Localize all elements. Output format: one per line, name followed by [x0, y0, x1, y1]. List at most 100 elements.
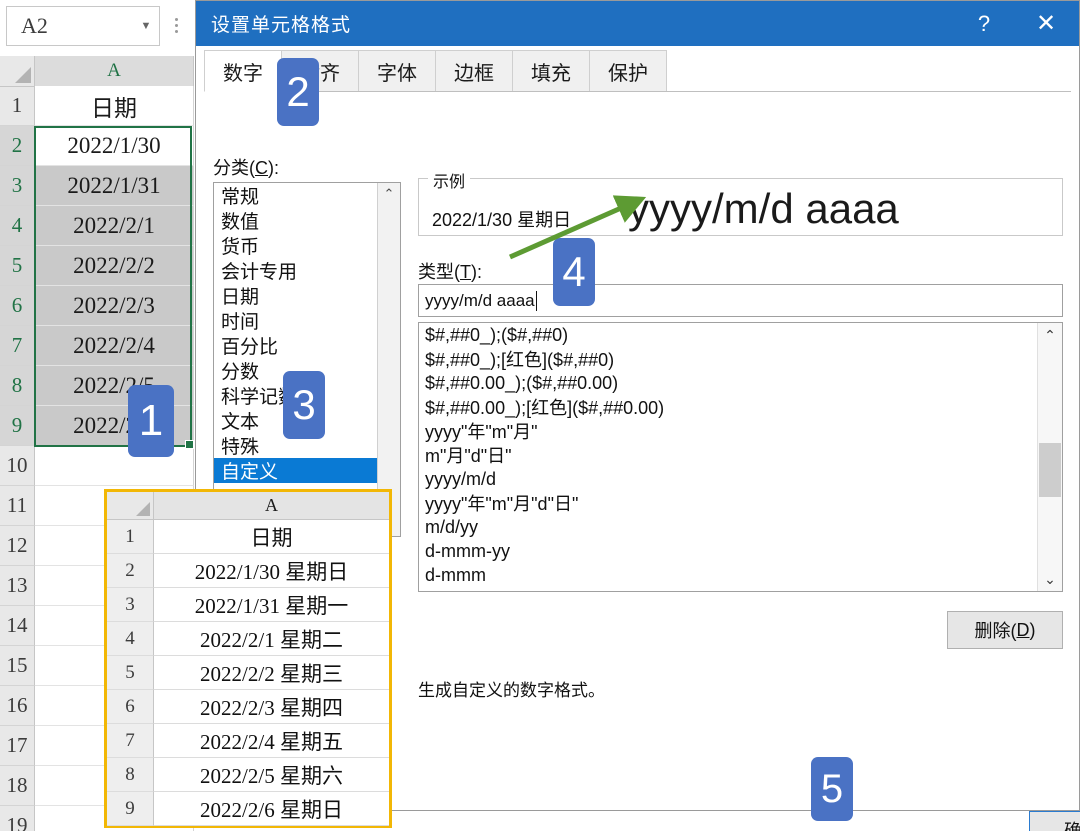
category-item[interactable]: 数值: [214, 208, 400, 233]
format-item[interactable]: yyyy"年"m"月"d"日": [419, 491, 1062, 515]
overlay-select-all-corner: [107, 492, 154, 520]
tab-2[interactable]: 字体: [358, 50, 436, 91]
name-box[interactable]: A2 ▼: [6, 6, 160, 46]
tab-4[interactable]: 填充: [512, 50, 590, 91]
format-item[interactable]: d-mmm: [419, 563, 1062, 587]
category-item[interactable]: 货币: [214, 233, 400, 258]
worksheet-cell[interactable]: 2022/2/2: [35, 246, 194, 286]
overlay-cell: 2022/2/1 星期二: [154, 622, 389, 656]
dialog-help-text: 生成自定义的数字格式。: [418, 676, 605, 701]
row-header[interactable]: 12: [0, 526, 35, 566]
worksheet-row: 32022/1/31: [0, 166, 200, 206]
row-header[interactable]: 3: [0, 166, 35, 206]
worksheet-cell[interactable]: 2022/2/3: [35, 286, 194, 326]
format-item[interactable]: $#,##0_);($#,##0): [419, 323, 1062, 347]
category-item[interactable]: 自定义: [214, 458, 400, 483]
worksheet-cell[interactable]: 日期: [35, 86, 194, 126]
overlay-row: 92022/2/6 星期日: [107, 792, 389, 826]
scroll-down-icon[interactable]: ⌄: [1038, 567, 1062, 591]
category-listbox[interactable]: 常规数值货币会计专用日期时间百分比分数科学记数文本特殊自定义 ⌃: [213, 182, 401, 537]
select-all-corner[interactable]: [0, 56, 35, 87]
step-badge-3: 3: [283, 371, 325, 439]
overlay-row: 62022/2/3 星期四: [107, 690, 389, 724]
format-listbox[interactable]: $#,##0_);($#,##0)$#,##0_);[红色]($#,##0)$#…: [418, 322, 1063, 592]
format-item[interactable]: $#,##0.00_);($#,##0.00): [419, 371, 1062, 395]
format-item[interactable]: $#,##0_);[红色]($#,##0): [419, 347, 1062, 371]
delete-button[interactable]: 删除(D): [947, 611, 1063, 649]
worksheet-cell[interactable]: 2022/1/31: [35, 166, 194, 206]
row-header[interactable]: 11: [0, 486, 35, 526]
overlay-row-header: 9: [107, 792, 154, 826]
format-item[interactable]: m"月"d"日": [419, 443, 1062, 467]
overlay-row-header: 3: [107, 588, 154, 622]
sample-legend: 示例: [428, 168, 470, 192]
overlay-row-header: 1: [107, 520, 154, 554]
row-header[interactable]: 7: [0, 326, 35, 366]
overlay-cell: 2022/1/31 星期一: [154, 588, 389, 622]
overlay-row: 22022/1/30 星期日: [107, 554, 389, 588]
format-scrollbar[interactable]: ⌃ ⌄: [1037, 323, 1062, 591]
format-item[interactable]: d-mmm-yy: [419, 539, 1062, 563]
worksheet-row: 1日期: [0, 86, 200, 126]
overlay-cell: 2022/2/5 星期六: [154, 758, 389, 792]
row-header[interactable]: 19: [0, 806, 35, 831]
help-icon[interactable]: ?: [955, 1, 1013, 46]
worksheet-cell[interactable]: 2022/2/1: [35, 206, 194, 246]
tab-3[interactable]: 边框: [435, 50, 513, 91]
ok-button[interactable]: 确定: [1029, 811, 1080, 831]
format-item[interactable]: yyyy/m/d: [419, 467, 1062, 491]
row-header[interactable]: 15: [0, 646, 35, 686]
format-item[interactable]: m/d/yy: [419, 515, 1062, 539]
row-header[interactable]: 10: [0, 446, 35, 486]
tab-0[interactable]: 数字: [204, 50, 282, 92]
category-item[interactable]: 日期: [214, 283, 400, 308]
scroll-up-icon[interactable]: ⌃: [378, 183, 400, 205]
category-item[interactable]: 百分比: [214, 333, 400, 358]
row-header[interactable]: 1: [0, 86, 35, 126]
name-box-value: A2: [7, 13, 133, 39]
format-item[interactable]: mmm-yy: [419, 587, 1062, 592]
row-header[interactable]: 8: [0, 366, 35, 406]
row-header[interactable]: 13: [0, 566, 35, 606]
worksheet-cell[interactable]: 2022/2/4: [35, 326, 194, 366]
row-header[interactable]: 2: [0, 126, 35, 166]
column-header-a[interactable]: A: [35, 56, 194, 88]
row-header[interactable]: 16: [0, 686, 35, 726]
overlay-row: 42022/2/1 星期二: [107, 622, 389, 656]
tab-5[interactable]: 保护: [589, 50, 667, 91]
row-header[interactable]: 9: [0, 406, 35, 446]
row-header[interactable]: 4: [0, 206, 35, 246]
close-icon[interactable]: ✕: [1013, 1, 1079, 46]
worksheet-cell[interactable]: 2022/1/30: [35, 126, 194, 166]
format-item[interactable]: yyyy"年"m"月": [419, 419, 1062, 443]
category-item[interactable]: 会计专用: [214, 258, 400, 283]
overlay-cell: 2022/2/4 星期五: [154, 724, 389, 758]
delete-button-suffix: ): [1030, 620, 1036, 641]
overlay-row-header: 7: [107, 724, 154, 758]
type-label-key: T: [460, 262, 471, 282]
dialog-title: 设置单元格格式: [196, 10, 955, 37]
scrollbar-thumb[interactable]: [1039, 443, 1061, 497]
overlay-column-header-a: A: [154, 492, 389, 520]
worksheet-row: 42022/2/1: [0, 206, 200, 246]
more-options-icon[interactable]: [170, 12, 182, 38]
row-header[interactable]: 18: [0, 766, 35, 806]
overlay-row-header: 5: [107, 656, 154, 690]
overlay-column-header-row: A: [107, 492, 389, 520]
row-header[interactable]: 14: [0, 606, 35, 646]
chevron-down-icon[interactable]: ▼: [133, 20, 159, 32]
category-item[interactable]: 常规: [214, 183, 400, 208]
category-label-prefix: 分类(: [213, 158, 255, 178]
worksheet-row: 22022/1/30: [0, 126, 200, 166]
category-scrollbar[interactable]: ⌃: [377, 183, 400, 536]
type-input[interactable]: yyyy/m/d aaaa: [418, 284, 1063, 317]
overlay-row-header: 8: [107, 758, 154, 792]
row-header[interactable]: 6: [0, 286, 35, 326]
category-item[interactable]: 时间: [214, 308, 400, 333]
worksheet-row: 72022/2/4: [0, 326, 200, 366]
row-header[interactable]: 17: [0, 726, 35, 766]
screenshot-root: A2 ▼ A 1日期22022/1/3032022/1/3142022/2/15…: [0, 0, 1080, 831]
row-header[interactable]: 5: [0, 246, 35, 286]
scroll-up-icon[interactable]: ⌃: [1038, 323, 1062, 347]
format-item[interactable]: $#,##0.00_);[红色]($#,##0.00): [419, 395, 1062, 419]
